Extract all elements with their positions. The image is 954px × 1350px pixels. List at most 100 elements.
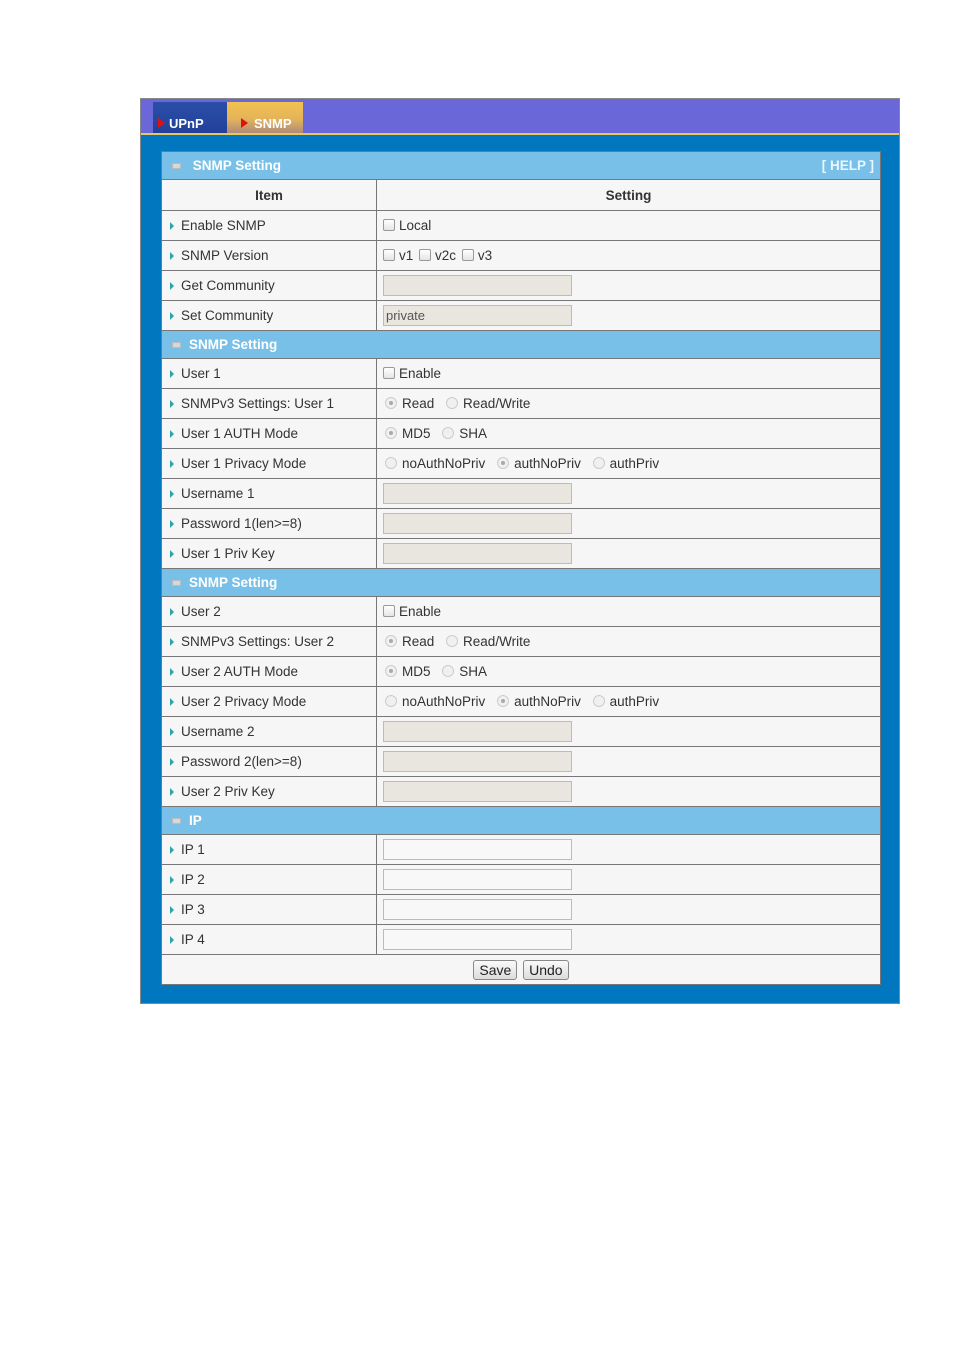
user1-noauthnopriv-radio[interactable] bbox=[385, 457, 397, 469]
ip2-input[interactable] bbox=[383, 869, 572, 890]
row-bullet-icon bbox=[170, 490, 174, 499]
set-community-input[interactable] bbox=[383, 305, 572, 326]
snmp-version-v2c-checkbox[interactable] bbox=[419, 249, 432, 261]
row-label: SNMPv3 Settings: User 1 bbox=[181, 396, 335, 411]
snmp-settings-table: SNMP Setting [ HELP ] Item Setting Enabl… bbox=[161, 151, 881, 985]
password1-input[interactable] bbox=[383, 513, 572, 534]
section-title: SNMP Setting bbox=[189, 575, 278, 590]
user1-readwrite-radio[interactable] bbox=[446, 397, 459, 409]
user1-authpriv-radio[interactable] bbox=[592, 457, 605, 469]
row-user2: User 2 Enable bbox=[161, 596, 881, 627]
row-label: IP 3 bbox=[181, 902, 205, 917]
row-label: User 1 Priv Key bbox=[181, 546, 275, 561]
snmp-version-v1-checkbox[interactable] bbox=[383, 249, 395, 261]
user2-authpriv-radio[interactable] bbox=[592, 695, 605, 707]
ip1-input[interactable] bbox=[383, 839, 572, 860]
user1-privkey-input[interactable] bbox=[383, 543, 572, 564]
ip3-input[interactable] bbox=[383, 899, 572, 920]
row-label: User 2 AUTH Mode bbox=[181, 664, 299, 679]
get-community-input[interactable] bbox=[383, 275, 572, 296]
row-ip3: IP 3 bbox=[161, 894, 881, 925]
row-get-community: Get Community bbox=[161, 270, 881, 301]
row-user1-access: SNMPv3 Settings: User 1 Read Read/Write bbox=[161, 388, 881, 419]
user2-readwrite-radio[interactable] bbox=[446, 635, 459, 647]
row-bullet-icon bbox=[170, 668, 174, 677]
row-label: Get Community bbox=[181, 278, 275, 293]
radio-label: Read bbox=[402, 634, 435, 649]
row-user2-privkey: User 2 Priv Key bbox=[161, 776, 881, 807]
user2-enable-checkbox[interactable] bbox=[383, 605, 395, 617]
row-user2-access: SNMPv3 Settings: User 2 Read Read/Write bbox=[161, 626, 881, 657]
column-header-setting: Setting bbox=[376, 179, 881, 211]
section-title: SNMP Setting bbox=[192, 158, 282, 173]
section-header-user2: SNMP Setting bbox=[161, 568, 881, 597]
row-ip2: IP 2 bbox=[161, 864, 881, 895]
section-bullet-icon bbox=[172, 579, 181, 586]
user1-md5-radio[interactable] bbox=[385, 427, 397, 439]
row-bullet-icon bbox=[170, 788, 174, 797]
user1-sha-radio[interactable] bbox=[442, 427, 455, 439]
user2-noauthnopriv-radio[interactable] bbox=[385, 695, 397, 707]
row-bullet-icon bbox=[170, 400, 174, 409]
tab-arrow-icon bbox=[241, 118, 248, 128]
row-user1-auth: User 1 AUTH Mode MD5 SHA bbox=[161, 418, 881, 449]
checkbox-label: Enable bbox=[399, 604, 442, 619]
row-label: SNMPv3 Settings: User 2 bbox=[181, 634, 335, 649]
button-row: Save Undo bbox=[161, 954, 881, 985]
row-bullet-icon bbox=[170, 608, 174, 617]
radio-label: SHA bbox=[459, 664, 488, 679]
help-link[interactable]: [ HELP ] bbox=[822, 158, 874, 173]
row-set-community: Set Community bbox=[161, 300, 881, 331]
radio-label: noAuthNoPriv bbox=[402, 456, 486, 471]
radio-label: authPriv bbox=[609, 456, 660, 471]
password2-input[interactable] bbox=[383, 751, 572, 772]
snmp-panel: UPnP SNMP SNMP Setting [ HELP ] Item Set… bbox=[140, 98, 900, 1004]
user2-sha-radio[interactable] bbox=[442, 665, 455, 677]
radio-label: Read/Write bbox=[463, 634, 531, 649]
user1-enable-checkbox[interactable] bbox=[383, 367, 395, 379]
row-bullet-icon bbox=[170, 282, 174, 291]
snmp-version-v3-checkbox[interactable] bbox=[461, 249, 474, 261]
enable-snmp-local-checkbox[interactable] bbox=[383, 219, 395, 231]
tab-snmp[interactable]: SNMP bbox=[227, 102, 303, 133]
row-enable-snmp: Enable SNMP Local bbox=[161, 210, 881, 241]
row-ip1: IP 1 bbox=[161, 834, 881, 865]
tab-upnp[interactable]: UPnP bbox=[153, 102, 227, 133]
section-title: SNMP Setting bbox=[189, 337, 278, 352]
ip4-input[interactable] bbox=[383, 929, 572, 950]
row-user1-privkey: User 1 Priv Key bbox=[161, 538, 881, 569]
user2-authnopriv-radio[interactable] bbox=[497, 695, 510, 707]
username2-input[interactable] bbox=[383, 721, 572, 742]
section-header-user1: SNMP Setting bbox=[161, 330, 881, 359]
row-label: Password 2(len>=8) bbox=[181, 754, 302, 769]
row-password2: Password 2(len>=8) bbox=[161, 746, 881, 777]
section-bullet-icon bbox=[172, 162, 181, 169]
row-bullet-icon bbox=[170, 550, 174, 559]
row-label: IP 1 bbox=[181, 842, 205, 857]
user1-read-radio[interactable] bbox=[385, 397, 397, 409]
tab-bar: UPnP SNMP bbox=[141, 99, 899, 135]
user2-read-radio[interactable] bbox=[385, 635, 397, 647]
user1-authnopriv-radio[interactable] bbox=[497, 457, 510, 469]
user2-privkey-input[interactable] bbox=[383, 781, 572, 802]
tab-label: SNMP bbox=[254, 116, 292, 131]
row-label: Password 1(len>=8) bbox=[181, 516, 302, 531]
row-bullet-icon bbox=[170, 520, 174, 529]
row-label: Username 1 bbox=[181, 486, 255, 501]
radio-label: Read bbox=[402, 396, 435, 411]
section-bullet-icon bbox=[172, 817, 181, 824]
radio-label: MD5 bbox=[402, 664, 431, 679]
user2-md5-radio[interactable] bbox=[385, 665, 397, 677]
row-username1: Username 1 bbox=[161, 478, 881, 509]
username1-input[interactable] bbox=[383, 483, 572, 504]
radio-label: MD5 bbox=[402, 426, 431, 441]
row-label: SNMP Version bbox=[181, 248, 269, 263]
row-label: User 1 bbox=[181, 366, 221, 381]
checkbox-label: v1 bbox=[399, 248, 414, 263]
row-label: User 2 bbox=[181, 604, 221, 619]
save-button[interactable]: Save bbox=[473, 959, 518, 980]
undo-button[interactable]: Undo bbox=[523, 959, 569, 980]
row-ip4: IP 4 bbox=[161, 924, 881, 955]
row-label: User 2 Privacy Mode bbox=[181, 694, 307, 709]
section-header-ip: IP bbox=[161, 806, 881, 835]
